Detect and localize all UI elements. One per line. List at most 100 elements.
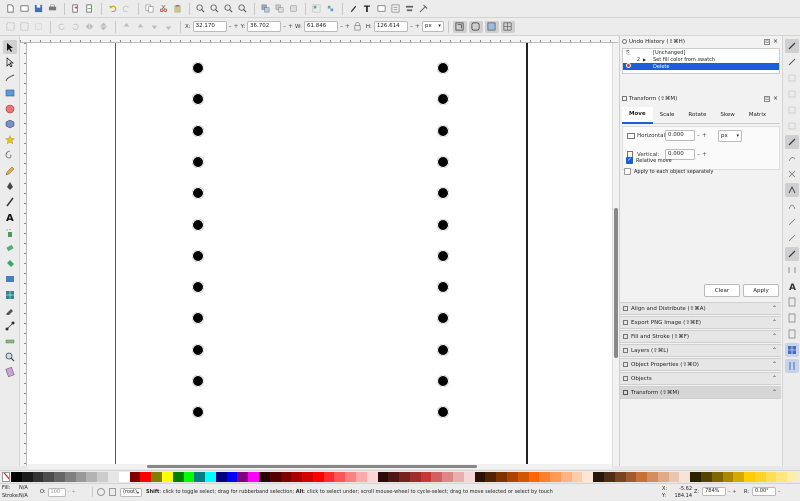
color-swatch[interactable]: [474, 471, 486, 482]
select-all-layers-icon[interactable]: [18, 21, 30, 33]
color-swatch[interactable]: [291, 471, 303, 482]
circle-object[interactable]: [192, 187, 204, 200]
select-all-icon[interactable]: [4, 21, 16, 33]
snap-bbox-icon[interactable]: [785, 55, 799, 69]
tab-move[interactable]: Move: [622, 106, 653, 124]
color-swatch[interactable]: [345, 471, 356, 482]
color-swatch[interactable]: [625, 471, 637, 482]
h-stepper[interactable]: – +: [410, 23, 420, 30]
align-icon[interactable]: [403, 3, 415, 15]
panel-transform-active[interactable]: Transform (⇧⌘M) ⌃: [620, 386, 781, 399]
lpe-tool-icon[interactable]: [3, 365, 17, 379]
circle-object[interactable]: [192, 406, 204, 419]
close-icon[interactable]: ×: [773, 38, 778, 45]
open-icon[interactable]: [18, 3, 30, 15]
import-icon[interactable]: [69, 3, 81, 15]
snap-guides-toggle-icon[interactable]: [784, 359, 799, 373]
selector-tool-icon[interactable]: [2, 39, 17, 54]
move-gradients-icon[interactable]: [484, 20, 499, 33]
rotation-stepper[interactable]: –: [778, 489, 781, 495]
chevron-up-icon[interactable]: ⌃: [772, 319, 777, 326]
color-swatch[interactable]: [744, 471, 755, 482]
tab-skew[interactable]: Skew: [713, 107, 741, 124]
color-swatch[interactable]: [409, 471, 421, 482]
circle-object[interactable]: [192, 281, 204, 294]
tab-matrix[interactable]: Matrix: [742, 107, 773, 124]
color-swatch[interactable]: [334, 471, 346, 482]
color-swatch[interactable]: [560, 471, 572, 482]
color-swatch[interactable]: [32, 471, 44, 482]
chevron-up-icon[interactable]: ⌃: [772, 389, 777, 396]
color-swatch[interactable]: [603, 471, 615, 482]
cut-icon[interactable]: [157, 3, 169, 15]
undo-row-selected[interactable]: Delete: [623, 63, 779, 70]
color-swatch[interactable]: [118, 471, 130, 482]
node-tool-icon[interactable]: [3, 55, 17, 69]
gradient-tool-icon[interactable]: [3, 272, 17, 286]
color-swatch[interactable]: [668, 471, 680, 482]
snap-nodes-icon[interactable]: [784, 135, 799, 149]
color-swatch[interactable]: [151, 471, 162, 482]
stroke-value[interactable]: N/A: [19, 493, 28, 499]
color-swatch[interactable]: [140, 471, 152, 482]
layers-icon[interactable]: [375, 3, 387, 15]
color-swatch[interactable]: [97, 471, 109, 482]
color-swatch[interactable]: [636, 471, 648, 482]
circle-object[interactable]: [437, 62, 449, 74]
canvas-hscrollbar[interactable]: [27, 464, 612, 469]
snap-page-border-icon[interactable]: A: [785, 279, 799, 293]
x-field[interactable]: 32.170: [192, 21, 227, 32]
color-swatch[interactable]: [765, 471, 777, 482]
color-swatch[interactable]: [711, 471, 723, 482]
color-swatch[interactable]: [550, 471, 561, 482]
chevron-up-icon[interactable]: ⌃: [772, 305, 777, 312]
unit-select[interactable]: px ▾: [421, 21, 444, 32]
snap-bbox-edges-icon[interactable]: [785, 71, 799, 85]
color-swatch[interactable]: [280, 471, 292, 482]
tab-scale[interactable]: Scale: [653, 107, 682, 124]
preferences-icon[interactable]: [417, 3, 429, 15]
panel-export-png[interactable]: Export PNG Image (⇧⌘E) ⌃: [620, 316, 781, 329]
transform-unit-select[interactable]: px ▾: [718, 130, 742, 142]
lower-to-bottom-icon[interactable]: [162, 21, 174, 33]
color-swatch[interactable]: [701, 471, 712, 482]
w-stepper[interactable]: – +: [340, 23, 350, 30]
snap-paths-icon[interactable]: [785, 151, 799, 165]
color-swatch[interactable]: [571, 471, 583, 482]
color-swatch[interactable]: [733, 471, 745, 482]
dropper-tool-icon[interactable]: [3, 303, 17, 317]
undo-row[interactable]: 2 ▶ Set fill color from swatch: [623, 56, 779, 63]
lower-icon[interactable]: [148, 21, 160, 33]
color-swatch[interactable]: [431, 471, 443, 482]
new-document-icon[interactable]: [4, 3, 16, 15]
fill-stroke-icon[interactable]: [347, 3, 359, 15]
horizontal-ruler[interactable]: [20, 36, 618, 43]
snap-rotation-center-icon[interactable]: [784, 247, 799, 261]
circle-object[interactable]: [437, 249, 449, 262]
pen-tool-icon[interactable]: [3, 179, 17, 193]
panel-fill-stroke[interactable]: Fill and Stroke (⇧⌘F) ⌃: [620, 330, 781, 343]
color-swatch[interactable]: [21, 471, 33, 482]
circle-object[interactable]: [192, 312, 204, 325]
color-swatch[interactable]: [64, 471, 76, 482]
circle-object[interactable]: [192, 249, 204, 262]
hscroll-thumb[interactable]: [147, 465, 477, 468]
ungroup-icon[interactable]: [324, 3, 336, 15]
vertical-ruler[interactable]: [20, 43, 27, 466]
circle-object[interactable]: [437, 93, 449, 106]
opacity-field[interactable]: 100: [47, 487, 66, 497]
zoom-selection-icon[interactable]: [194, 3, 206, 15]
color-swatch[interactable]: [442, 471, 454, 482]
calligraphy-tool-icon[interactable]: [3, 195, 17, 209]
color-swatch[interactable]: [226, 471, 238, 482]
color-swatch[interactable]: [690, 471, 701, 482]
color-swatch[interactable]: [539, 471, 551, 482]
snap-text-baseline-icon[interactable]: [785, 263, 799, 277]
bucket-tool-icon[interactable]: [3, 257, 17, 271]
color-swatch[interactable]: [754, 471, 766, 482]
color-swatch[interactable]: [258, 471, 270, 482]
snap-bbox-corners-icon[interactable]: [785, 87, 799, 101]
apply-each-checkbox[interactable]: [624, 168, 631, 175]
color-swatch[interactable]: [356, 471, 367, 482]
color-swatch[interactable]: [528, 471, 540, 482]
